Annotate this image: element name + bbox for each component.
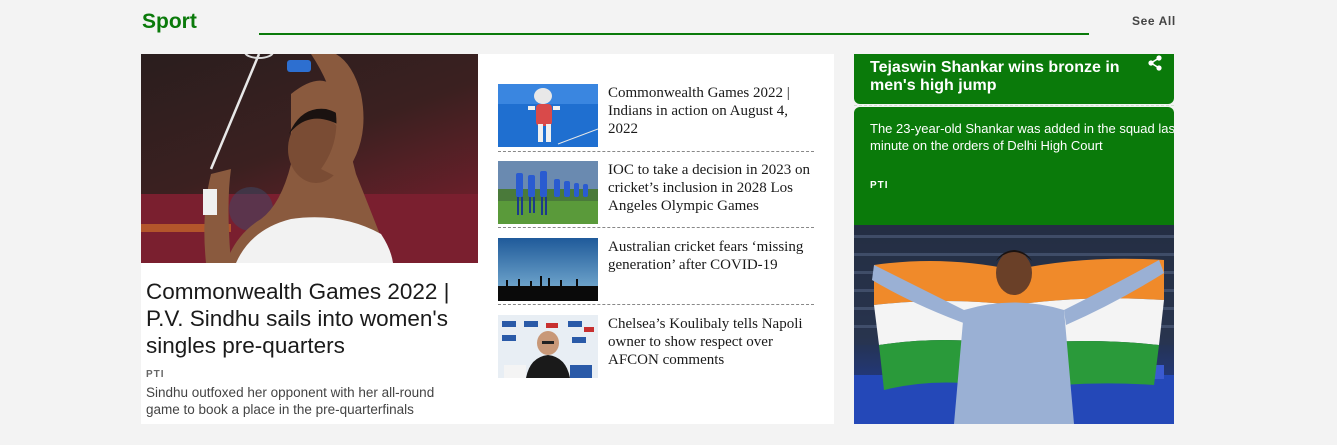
story-thumbnail[interactable] bbox=[498, 161, 598, 224]
feature-story-card[interactable]: Tejaswin Shankar wins bronze in men's hi… bbox=[854, 54, 1174, 424]
story-title[interactable]: Commonwealth Games 2022 | Indians in act… bbox=[608, 84, 814, 138]
lead-story-card[interactable]: Commonwealth Games 2022 | P.V. Sindhu sa… bbox=[141, 54, 478, 424]
story-divider bbox=[498, 227, 814, 228]
share-icon[interactable] bbox=[1146, 54, 1164, 72]
feature-divider bbox=[854, 105, 1174, 106]
story-divider bbox=[498, 151, 814, 152]
see-all-link[interactable]: See All bbox=[1132, 14, 1176, 28]
story-title[interactable]: Chelsea’s Koulibaly tells Napoli owner t… bbox=[608, 315, 814, 369]
list-item[interactable]: Chelsea’s Koulibaly tells Napoli owner t… bbox=[498, 315, 814, 379]
feature-story-title[interactable]: Tejaswin Shankar wins bronze in men's hi… bbox=[870, 59, 1140, 95]
section-title: Sport bbox=[142, 10, 197, 33]
lead-story-image[interactable] bbox=[141, 54, 478, 263]
story-thumbnail[interactable] bbox=[498, 238, 598, 301]
section-divider bbox=[259, 33, 1089, 35]
feature-body: The 23-year-old Shankar was added in the… bbox=[854, 107, 1174, 225]
feature-story-summary: The 23-year-old Shankar was added in the… bbox=[870, 121, 1174, 153]
story-thumbnail[interactable] bbox=[498, 315, 598, 378]
lead-story-headline[interactable]: Commonwealth Games 2022 | P.V. Sindhu sa… bbox=[146, 278, 471, 359]
story-thumbnail[interactable] bbox=[498, 84, 598, 147]
story-divider bbox=[498, 304, 814, 305]
feature-header: Tejaswin Shankar wins bronze in men's hi… bbox=[854, 54, 1174, 104]
feature-story-image[interactable] bbox=[854, 225, 1174, 424]
list-item[interactable]: Commonwealth Games 2022 | Indians in act… bbox=[498, 84, 814, 148]
lead-story-summary: Sindhu outfoxed her opponent with her al… bbox=[146, 385, 435, 417]
story-list-card: Commonwealth Games 2022 | Indians in act… bbox=[478, 54, 834, 424]
story-title[interactable]: Australian cricket fears ‘missing genera… bbox=[608, 238, 814, 274]
story-title[interactable]: IOC to take a decision in 2023 on cricke… bbox=[608, 161, 814, 215]
feature-story-source: PTI bbox=[870, 180, 889, 191]
lead-story-source: PTI bbox=[146, 369, 165, 380]
list-item[interactable]: IOC to take a decision in 2023 on cricke… bbox=[498, 161, 814, 225]
list-item[interactable]: Australian cricket fears ‘missing genera… bbox=[498, 238, 814, 302]
